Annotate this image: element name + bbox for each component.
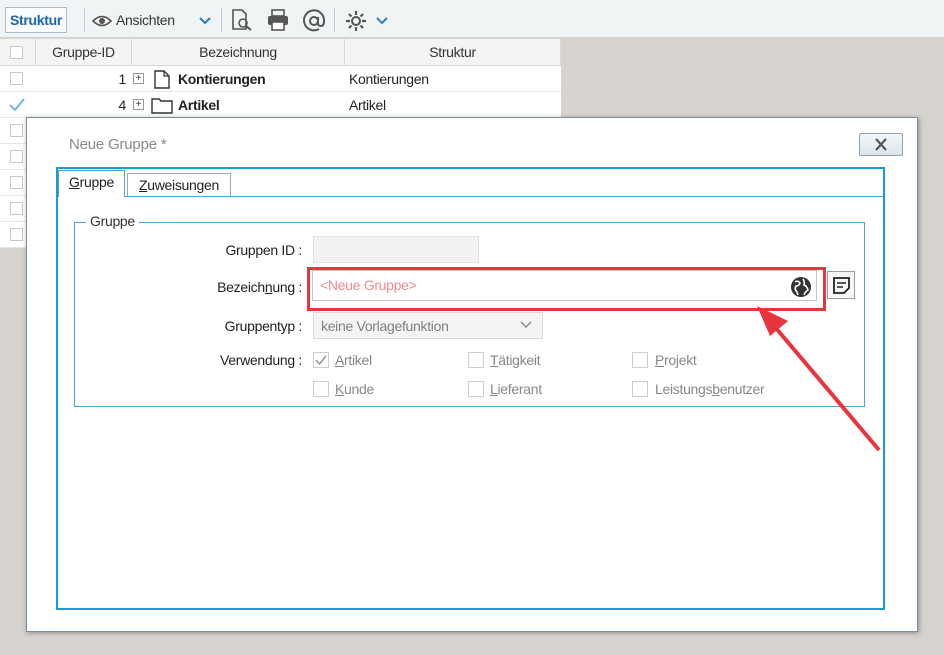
label-post: rtikel xyxy=(344,352,372,368)
email-at-icon[interactable] xyxy=(302,9,326,33)
gruppen-id-field xyxy=(313,236,479,263)
select-all-checkbox[interactable] xyxy=(10,46,23,59)
neue-gruppe-dialog: Neue Gruppe * Gruppe Zuweisungen Gruppe … xyxy=(26,117,918,632)
expand-plus-icon[interactable]: + xyxy=(133,73,144,84)
folder-icon xyxy=(151,98,173,114)
tab-gruppe-label: ruppe xyxy=(79,174,115,190)
artikel-checkbox[interactable] xyxy=(313,352,329,368)
toolbar-separator xyxy=(334,8,335,32)
table-row[interactable]: 1 + Kontierungen Kontierungen xyxy=(0,66,561,92)
artikel-label: Artikel xyxy=(335,352,372,368)
leistungsbenutzer-label: Leistungsbenutzer xyxy=(655,381,765,397)
note-button[interactable] xyxy=(827,271,855,299)
row-checkbox[interactable] xyxy=(10,176,23,189)
ansichten-button[interactable]: Ansichten xyxy=(91,9,175,31)
label-post: rojekt xyxy=(664,352,697,368)
bezeichnung-label: Bezeichnung : xyxy=(177,279,302,295)
kunde-checkbox[interactable] xyxy=(313,381,329,397)
checkmark-icon xyxy=(315,355,327,366)
kunde-label: Kunde xyxy=(335,381,374,397)
projekt-label: Projekt xyxy=(655,352,697,368)
note-icon xyxy=(833,277,850,294)
toolbar-separator xyxy=(221,8,222,32)
chevron-down-icon[interactable] xyxy=(199,17,211,25)
chevron-down-icon[interactable] xyxy=(376,17,388,25)
projekt-checkbox[interactable] xyxy=(632,352,648,368)
row-checkbox[interactable] xyxy=(10,150,23,163)
row-bezeichnung: Kontierungen xyxy=(178,71,266,87)
row-id: 4 xyxy=(118,97,127,113)
gruppentyp-label: Gruppentyp : xyxy=(224,318,303,334)
lieferant-label: Lieferant xyxy=(490,381,542,397)
label-pre: Leistungs xyxy=(655,381,713,397)
header-select-all[interactable] xyxy=(0,39,36,66)
column-header-struktur[interactable]: Struktur xyxy=(345,39,561,66)
column-header-bezeichnung[interactable]: Bezeichnung xyxy=(132,39,345,66)
gruppentyp-select[interactable]: keine Vorlagefunktion xyxy=(313,312,543,339)
table-header: Gruppe-ID Bezeichnung Struktur xyxy=(0,39,561,66)
leistungsbenutzer-checkbox[interactable] xyxy=(632,381,648,397)
dialog-title: Neue Gruppe * xyxy=(69,136,167,153)
column-header-gruppe-id[interactable]: Gruppe-ID xyxy=(36,39,132,66)
row-bezeichnung: Artikel xyxy=(178,97,220,113)
row-checkbox[interactable] xyxy=(10,72,23,85)
tab-gruppe[interactable]: Gruppe xyxy=(58,170,125,197)
print-preview-icon[interactable] xyxy=(230,9,254,31)
label-post: ieferant xyxy=(497,381,543,397)
tab-zuweisungen-label: uweisungen xyxy=(147,177,219,193)
gear-icon[interactable] xyxy=(345,10,367,32)
tab-strip-line xyxy=(58,196,883,197)
toolbar-separator xyxy=(84,8,85,32)
row-checkbox[interactable] xyxy=(10,228,23,241)
gruppentyp-value: keine Vorlagefunktion xyxy=(321,318,449,334)
row-id: 1 xyxy=(118,71,127,87)
label-mnemonic: L xyxy=(490,381,498,397)
checkmark-icon[interactable] xyxy=(8,97,26,113)
chevron-down-icon xyxy=(520,321,532,328)
taetigkeit-checkbox[interactable] xyxy=(468,352,484,368)
verwendung-label: Verwendung : xyxy=(219,352,302,368)
label-mnemonic: K xyxy=(335,381,345,397)
bezeichnung-label-post: ung : xyxy=(272,279,302,295)
toolbar: Struktur Ansichten xyxy=(0,0,944,38)
label-mnemonic: b xyxy=(712,381,720,397)
label-post: unde xyxy=(344,381,374,397)
label-post: enutzer xyxy=(719,381,765,397)
row-checkbox[interactable] xyxy=(10,124,23,137)
printer-icon[interactable] xyxy=(266,9,290,31)
table-row[interactable]: 4 + Artikel Artikel xyxy=(0,92,561,118)
ansichten-label: Ansichten xyxy=(116,12,175,28)
groupbox-legend: Gruppe xyxy=(86,213,139,229)
struktur-button[interactable]: Struktur xyxy=(5,7,68,33)
taetigkeit-label: Tätigkeit xyxy=(490,352,541,368)
label-mnemonic: A xyxy=(335,352,345,368)
expand-plus-icon[interactable]: + xyxy=(133,99,144,110)
label-mnemonic: P xyxy=(655,352,665,368)
row-struktur: Artikel xyxy=(349,97,386,113)
bezeichnung-label-pre: Bezeich xyxy=(217,279,265,295)
lieferant-checkbox[interactable] xyxy=(468,381,484,397)
eye-icon xyxy=(91,15,113,27)
label-post: ätigkeit xyxy=(498,352,541,368)
close-button[interactable] xyxy=(859,133,903,156)
gruppen-id-label: Gruppen ID : xyxy=(225,242,302,258)
row-checkbox[interactable] xyxy=(10,202,23,215)
tab-zuweisungen[interactable]: Zuweisungen xyxy=(127,173,231,196)
row-struktur: Kontierungen xyxy=(349,71,429,87)
close-icon xyxy=(875,138,887,151)
file-icon xyxy=(154,70,170,89)
highlight-box xyxy=(307,267,826,311)
tab-gruppe-mnemonic: G xyxy=(69,174,80,190)
